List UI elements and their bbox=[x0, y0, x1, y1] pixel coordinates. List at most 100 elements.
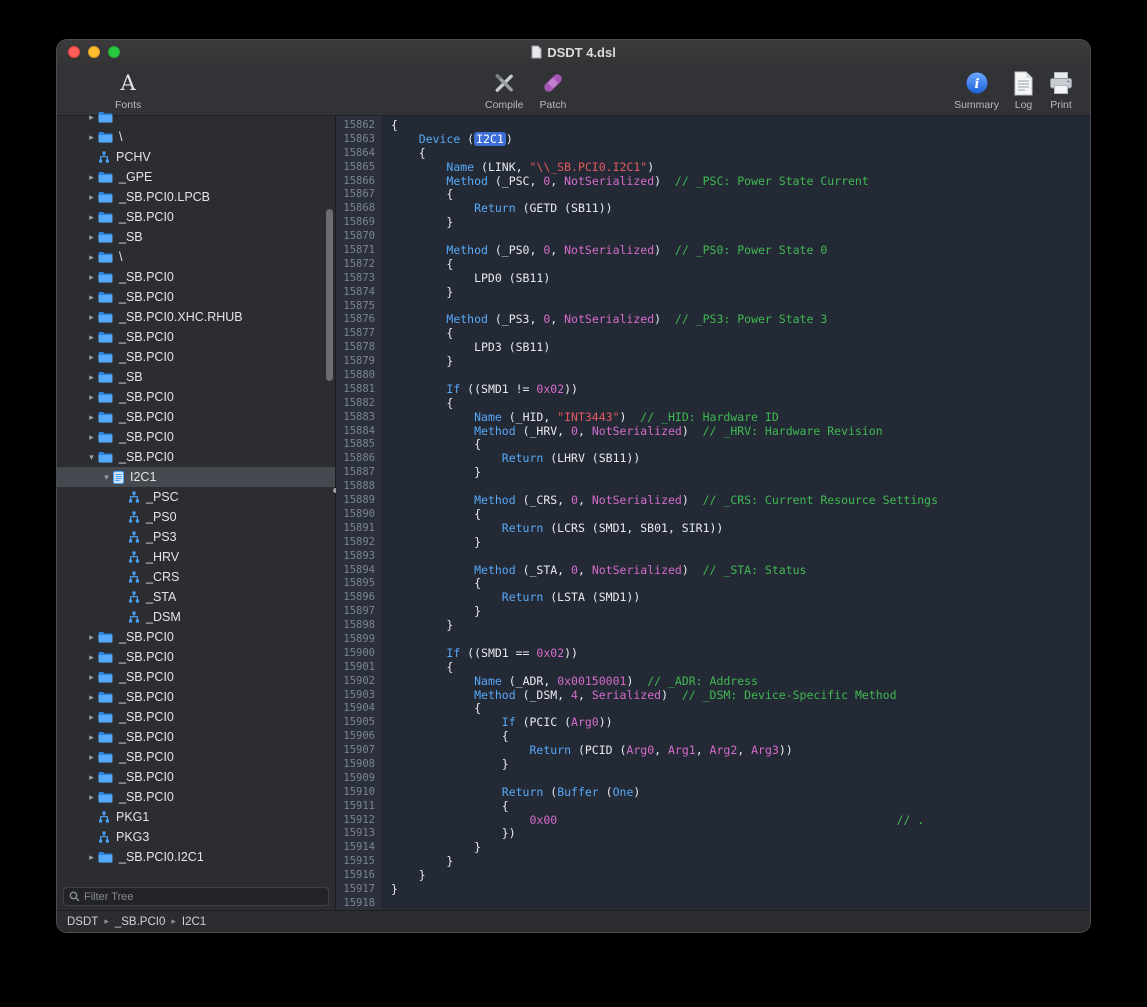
code-line[interactable]: 15893 bbox=[336, 550, 1090, 564]
summary-button[interactable]: i Summary bbox=[954, 69, 999, 111]
chevron-right-icon[interactable]: ▸ bbox=[85, 712, 98, 723]
code-line[interactable]: 15915 } bbox=[336, 855, 1090, 869]
code-line[interactable]: 15904 { bbox=[336, 702, 1090, 716]
tree-item-hrv[interactable]: _HRV bbox=[57, 547, 335, 567]
tree-item-sbpci0[interactable]: ▸_SB.PCI0 bbox=[57, 267, 335, 287]
code-line[interactable]: 15892 } bbox=[336, 536, 1090, 550]
tree-item-sbpci0[interactable]: ▸_SB.PCI0 bbox=[57, 627, 335, 647]
tree-item[interactable]: ▸ bbox=[57, 107, 335, 127]
code-line[interactable]: 15906 { bbox=[336, 730, 1090, 744]
tree-item-psc[interactable]: _PSC bbox=[57, 487, 335, 507]
code-line[interactable]: 15899 bbox=[336, 633, 1090, 647]
tree-item-sb[interactable]: ▸_SB bbox=[57, 227, 335, 247]
minimize-button[interactable] bbox=[88, 46, 100, 58]
code-line[interactable]: 15888 bbox=[336, 480, 1090, 494]
code-line[interactable]: 15887 } bbox=[336, 466, 1090, 480]
code-line[interactable]: 15907 Return (PCID (Arg0, Arg1, Arg2, Ar… bbox=[336, 744, 1090, 758]
code-line[interactable]: 15895 { bbox=[336, 577, 1090, 591]
chevron-right-icon[interactable]: ▸ bbox=[85, 772, 98, 783]
chevron-right-icon[interactable]: ▸ bbox=[85, 252, 98, 263]
tree-item-sbpci0[interactable]: ▸_SB.PCI0 bbox=[57, 207, 335, 227]
code-line[interactable]: 15869 } bbox=[336, 216, 1090, 230]
code-line[interactable]: 15885 { bbox=[336, 438, 1090, 452]
chevron-right-icon[interactable]: ▸ bbox=[85, 852, 98, 863]
code-line[interactable]: 15911 { bbox=[336, 800, 1090, 814]
tree-item-sbpci0[interactable]: ▸_SB.PCI0 bbox=[57, 767, 335, 787]
chevron-right-icon[interactable]: ▸ bbox=[85, 652, 98, 663]
close-button[interactable] bbox=[68, 46, 80, 58]
tree-item-sbpci0[interactable]: ▸_SB.PCI0 bbox=[57, 427, 335, 447]
code-line[interactable]: 15874 } bbox=[336, 286, 1090, 300]
tree-item[interactable]: ▸\ bbox=[57, 247, 335, 267]
filter-input[interactable] bbox=[84, 891, 323, 903]
tree-item-sbpci0[interactable]: ▸_SB.PCI0 bbox=[57, 667, 335, 687]
code-line[interactable]: 15862{ bbox=[336, 119, 1090, 133]
tree-item-sb[interactable]: ▸_SB bbox=[57, 367, 335, 387]
chevron-right-icon[interactable]: ▸ bbox=[85, 112, 98, 123]
code-line[interactable]: 15890 { bbox=[336, 508, 1090, 522]
code-line[interactable]: 15900 If ((SMD1 == 0x02)) bbox=[336, 647, 1090, 661]
code-line[interactable]: 15898 } bbox=[336, 619, 1090, 633]
code-line[interactable]: 15879 } bbox=[336, 355, 1090, 369]
code-line[interactable]: 15872 { bbox=[336, 258, 1090, 272]
tree-item-pkg1[interactable]: PKG1 bbox=[57, 807, 335, 827]
breadcrumb-item-dsdt[interactable]: DSDT bbox=[67, 916, 98, 928]
code-line[interactable]: 15870 bbox=[336, 230, 1090, 244]
chevron-right-icon[interactable]: ▸ bbox=[85, 372, 98, 383]
tree-item-i2c1[interactable]: ▾I2C1 bbox=[57, 467, 335, 487]
chevron-right-icon[interactable]: ▸ bbox=[85, 352, 98, 363]
tree-item-sbpci0[interactable]: ▸_SB.PCI0 bbox=[57, 727, 335, 747]
code-line[interactable]: 15868 Return (GETD (SB11)) bbox=[336, 202, 1090, 216]
chevron-right-icon[interactable]: ▸ bbox=[85, 752, 98, 763]
tree-item-sbpci0[interactable]: ▾_SB.PCI0 bbox=[57, 447, 335, 467]
tree-item-ps3[interactable]: _PS3 bbox=[57, 527, 335, 547]
tree-item[interactable]: ▸\ bbox=[57, 127, 335, 147]
code-line[interactable]: 15881 If ((SMD1 != 0x02)) bbox=[336, 383, 1090, 397]
chevron-down-icon[interactable]: ▾ bbox=[100, 472, 113, 483]
code-line[interactable]: 15902 Name (_ADR, 0x00150001) // _ADR: A… bbox=[336, 675, 1090, 689]
code-line[interactable]: 15891 Return (LCRS (SMD1, SB01, SIR1)) bbox=[336, 522, 1090, 536]
code-line[interactable]: 15886 Return (LHRV (SB11)) bbox=[336, 452, 1090, 466]
code-line[interactable]: 15897 } bbox=[336, 605, 1090, 619]
code-line[interactable]: 15877 { bbox=[336, 327, 1090, 341]
code-line[interactable]: 15878 LPD3 (SB11) bbox=[336, 341, 1090, 355]
tree-item-sbpci0i2c1[interactable]: ▸_SB.PCI0.I2C1 bbox=[57, 847, 335, 867]
chevron-down-icon[interactable]: ▾ bbox=[85, 452, 98, 463]
tree-item-pkg3[interactable]: PKG3 bbox=[57, 827, 335, 847]
code-line[interactable]: 15867 { bbox=[336, 188, 1090, 202]
code-line[interactable]: 15917} bbox=[336, 883, 1090, 897]
code-line[interactable]: 15918 bbox=[336, 897, 1090, 910]
compile-button[interactable]: Compile bbox=[485, 69, 524, 111]
tree-item-sbpci0[interactable]: ▸_SB.PCI0 bbox=[57, 347, 335, 367]
code-line[interactable]: 15871 Method (_PS0, 0, NotSerialized) //… bbox=[336, 244, 1090, 258]
fonts-button[interactable]: A Fonts bbox=[115, 69, 141, 111]
code-line[interactable]: 15913 }) bbox=[336, 827, 1090, 841]
tree-item-sbpci0[interactable]: ▸_SB.PCI0 bbox=[57, 647, 335, 667]
chevron-right-icon[interactable]: ▸ bbox=[85, 212, 98, 223]
chevron-right-icon[interactable]: ▸ bbox=[85, 632, 98, 643]
patch-button[interactable]: Patch bbox=[540, 69, 567, 111]
tree-item-sbpci0xhcrhub[interactable]: ▸_SB.PCI0.XHC.RHUB bbox=[57, 307, 335, 327]
tree-item-sbpci0[interactable]: ▸_SB.PCI0 bbox=[57, 287, 335, 307]
zoom-button[interactable] bbox=[108, 46, 120, 58]
code-line[interactable]: 15880 bbox=[336, 369, 1090, 383]
code-line[interactable]: 15896 Return (LSTA (SMD1)) bbox=[336, 591, 1090, 605]
tree-item-dsm[interactable]: _DSM bbox=[57, 607, 335, 627]
tree-item-pchv[interactable]: PCHV bbox=[57, 147, 335, 167]
tree-item-sbpci0[interactable]: ▸_SB.PCI0 bbox=[57, 707, 335, 727]
chevron-right-icon[interactable]: ▸ bbox=[85, 732, 98, 743]
chevron-right-icon[interactable]: ▸ bbox=[85, 392, 98, 403]
log-button[interactable]: Log bbox=[1013, 69, 1034, 111]
tree-item-sta[interactable]: _STA bbox=[57, 587, 335, 607]
code-line[interactable]: 15894 Method (_STA, 0, NotSerialized) //… bbox=[336, 564, 1090, 578]
code-line[interactable]: 15910 Return (Buffer (One) bbox=[336, 786, 1090, 800]
code-line[interactable]: 15865 Name (LINK, "\\_SB.PCI0.I2C1") bbox=[336, 161, 1090, 175]
tree-item-ps0[interactable]: _PS0 bbox=[57, 507, 335, 527]
tree-item-sbpci0[interactable]: ▸_SB.PCI0 bbox=[57, 787, 335, 807]
chevron-right-icon[interactable]: ▸ bbox=[85, 792, 98, 803]
code-line[interactable]: 15908 } bbox=[336, 758, 1090, 772]
filter-field[interactable] bbox=[63, 887, 329, 906]
code-line[interactable]: 15903 Method (_DSM, 4, Serialized) // _D… bbox=[336, 689, 1090, 703]
code-line[interactable]: 15916 } bbox=[336, 869, 1090, 883]
title-bar[interactable]: DSDT 4.dsl bbox=[57, 40, 1090, 64]
